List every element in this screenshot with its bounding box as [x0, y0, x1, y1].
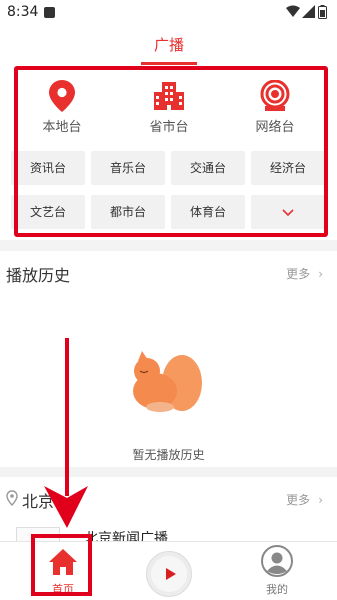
- app-notification-icon: [44, 7, 55, 18]
- status-time: 8:34: [7, 4, 39, 20]
- category-province-label: 省市台: [149, 120, 189, 135]
- beijing-more-label: 更多: [286, 493, 311, 507]
- expand-tags-button[interactable]: [251, 195, 325, 229]
- app-screen: 8:34 广播 本地台 省市台 网络台 资讯台 音乐台 交通台 经济台 文艺台 …: [0, 0, 337, 600]
- building-icon: [154, 82, 184, 110]
- nav-home-label: 首页: [52, 583, 74, 596]
- squirrel-empty-illustration: [133, 351, 202, 412]
- top-tab-bar: 广播: [0, 26, 337, 66]
- beijing-section: 北京 更多 › 北京新闻广播: [0, 477, 337, 547]
- battery-icon: [318, 5, 327, 19]
- play-history-section: 播放历史 更多 › 暂无播放历史: [0, 251, 337, 467]
- chevron-down-icon: [282, 208, 294, 216]
- bottom-nav-bar: 首页 我的: [0, 541, 337, 600]
- tag-music[interactable]: 音乐台: [91, 151, 165, 185]
- nav-mine-label: 我的: [266, 583, 288, 596]
- category-panel: 本地台 省市台 网络台 资讯台 音乐台 交通台 经济台 文艺台 都市台 体育台: [0, 66, 337, 240]
- category-local[interactable]: 本地台: [17, 80, 107, 135]
- category-province[interactable]: 省市台: [124, 80, 214, 135]
- tag-traffic[interactable]: 交通台: [171, 151, 245, 185]
- nav-home[interactable]: 首页: [36, 542, 90, 598]
- user-avatar-icon: [261, 545, 293, 577]
- chevron-right-icon: ›: [318, 493, 323, 507]
- category-network[interactable]: 网络台: [230, 80, 320, 135]
- chevron-right-icon: ›: [318, 267, 323, 281]
- tag-economy[interactable]: 经济台: [251, 151, 325, 185]
- tag-news[interactable]: 资讯台: [11, 151, 85, 185]
- player-button[interactable]: [146, 551, 192, 597]
- category-local-label: 本地台: [42, 120, 82, 135]
- tag-city[interactable]: 都市台: [91, 195, 165, 229]
- beijing-title: 北京: [22, 492, 55, 511]
- location-pin-outline-icon: [6, 490, 18, 506]
- history-more-link[interactable]: 更多 ›: [286, 265, 323, 282]
- signal-icon: [302, 5, 315, 18]
- beijing-more-link[interactable]: 更多 ›: [286, 491, 323, 508]
- nav-mine[interactable]: 我的: [252, 542, 302, 598]
- broadcast-icon: [260, 80, 290, 111]
- category-network-label: 网络台: [255, 120, 295, 135]
- home-icon: [49, 549, 77, 575]
- play-icon: [166, 568, 176, 580]
- tab-broadcast[interactable]: 广播: [142, 34, 196, 55]
- tag-arts[interactable]: 文艺台: [11, 195, 85, 229]
- wifi-icon: [286, 5, 300, 17]
- history-more-label: 更多: [286, 267, 311, 281]
- location-pin-icon: [49, 80, 75, 112]
- tag-sports[interactable]: 体育台: [171, 195, 245, 229]
- history-empty-text: 暂无播放历史: [132, 448, 205, 462]
- history-title: 播放历史: [6, 266, 71, 285]
- tab-indicator: [141, 62, 197, 65]
- status-bar: 8:34: [0, 0, 337, 26]
